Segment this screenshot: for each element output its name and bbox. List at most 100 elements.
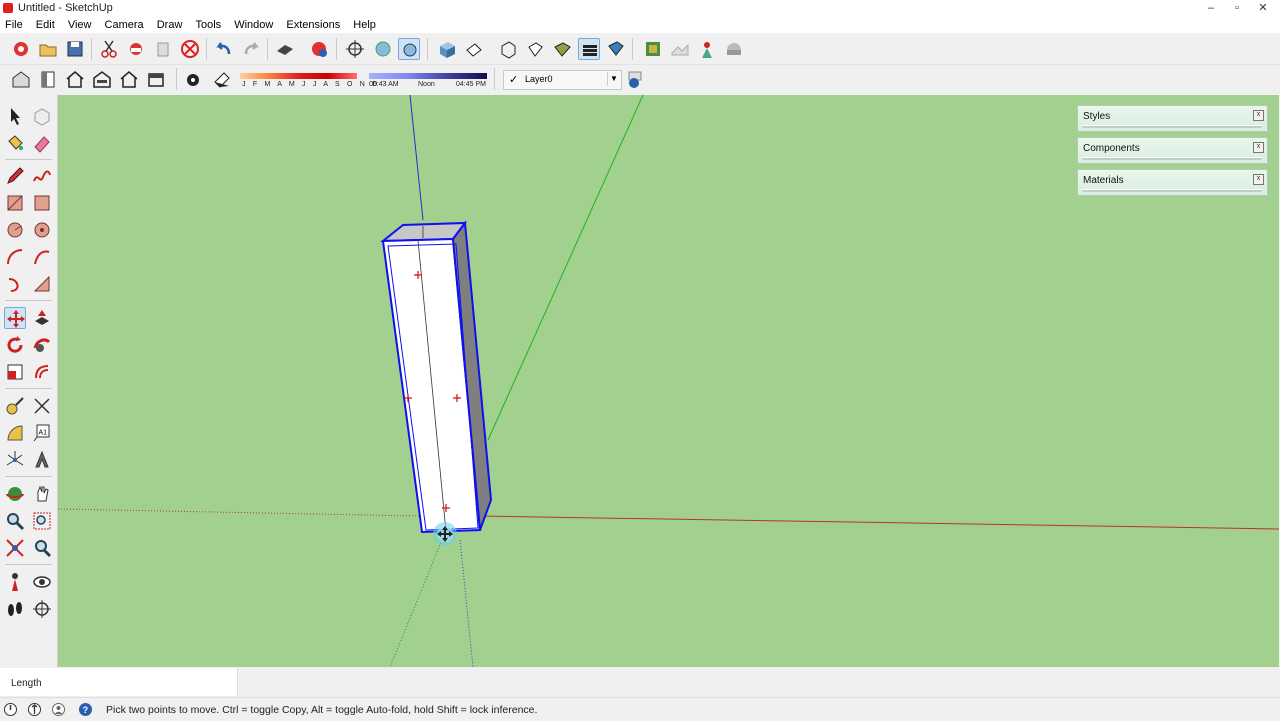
xray-icon[interactable] (497, 38, 519, 60)
chevron-down-icon[interactable]: ▼ (607, 72, 620, 86)
instructor-help-icon[interactable]: ? (78, 702, 93, 717)
redo-icon[interactable] (240, 38, 262, 60)
rotated-rectangle-icon[interactable] (31, 192, 53, 214)
time-slider[interactable] (369, 73, 487, 79)
copy-icon[interactable] (125, 38, 147, 60)
getting-started-icon[interactable] (10, 38, 32, 60)
close-button[interactable]: ✕ (1250, 0, 1276, 16)
tray-styles-close-icon[interactable]: x (1253, 110, 1264, 121)
polygon-icon[interactable] (31, 219, 53, 241)
dimension-icon[interactable] (31, 395, 53, 417)
axes-icon[interactable] (4, 449, 26, 471)
left-house-icon[interactable] (118, 68, 140, 90)
pie-icon[interactable] (31, 273, 53, 295)
orbit-icon[interactable] (344, 38, 366, 60)
menu-window[interactable]: Window (229, 17, 278, 33)
iso-view-icon[interactable] (436, 38, 458, 60)
protractor-icon[interactable] (4, 422, 26, 444)
geolocation-status-icon[interactable] (3, 702, 18, 717)
3d-text-icon[interactable] (31, 449, 53, 471)
undo-icon[interactable] (213, 38, 235, 60)
sign-in-user-icon[interactable] (51, 702, 66, 717)
menu-camera[interactable]: Camera (100, 17, 149, 33)
layer-manager-icon[interactable] (624, 68, 646, 90)
menu-help[interactable]: Help (348, 17, 381, 33)
freehand-icon[interactable] (31, 165, 53, 187)
drawing-area[interactable]: Styles x Components x Materials x (58, 95, 1279, 667)
wireframe-icon[interactable] (524, 38, 546, 60)
shaded-icon[interactable] (578, 38, 600, 60)
circle-icon[interactable] (4, 219, 26, 241)
back-house-icon[interactable] (91, 68, 113, 90)
tray-components-close-icon[interactable]: x (1253, 142, 1264, 153)
scale-icon[interactable] (4, 361, 26, 383)
bottom-house-icon[interactable] (145, 68, 167, 90)
top-view-icon[interactable] (463, 38, 485, 60)
follow-me-icon[interactable] (31, 334, 53, 356)
maximize-button[interactable]: ▫ (1224, 0, 1250, 16)
position-camera-icon[interactable] (4, 571, 26, 593)
measurements-box[interactable]: Length (0, 668, 238, 696)
zoom-window-icon[interactable] (31, 510, 53, 532)
zoom-extents-icon[interactable] (4, 537, 26, 559)
previous-view-icon[interactable] (31, 537, 53, 559)
shaded-texture-icon[interactable] (605, 38, 627, 60)
shadow-settings-icon[interactable] (182, 68, 204, 90)
tray-materials-close-icon[interactable]: x (1253, 174, 1264, 185)
geo-location-icon[interactable] (642, 38, 664, 60)
paint-bucket-icon[interactable] (4, 132, 26, 154)
layer-dropdown[interactable]: ✓ Layer0 ▼ (503, 70, 622, 90)
tray-styles[interactable]: Styles x (1077, 105, 1268, 132)
line-pencil-icon[interactable] (4, 165, 26, 187)
photo-textures-icon[interactable] (696, 38, 718, 60)
hidden-line-icon[interactable] (551, 38, 573, 60)
iso-house-icon[interactable] (10, 68, 32, 90)
tray-materials[interactable]: Materials x (1077, 169, 1268, 196)
three-point-arc-icon[interactable] (4, 273, 26, 295)
text-label-icon[interactable]: A1 (31, 422, 53, 444)
right-view-icon[interactable] (37, 68, 59, 90)
select-arrow-icon[interactable] (4, 105, 26, 127)
toggle-terrain-icon[interactable] (669, 38, 691, 60)
save-icon[interactable] (64, 38, 86, 60)
status-bar: ? Pick two points to move. Ctrl = toggle… (0, 697, 1280, 721)
move-tool-icon[interactable] (4, 307, 26, 329)
select-view-icon[interactable] (398, 38, 420, 60)
make-component-icon[interactable] (31, 105, 53, 127)
selected-box-object[interactable] (380, 220, 493, 534)
menu-draw[interactable]: Draw (152, 17, 188, 33)
cut-icon[interactable] (98, 38, 120, 60)
menu-extensions[interactable]: Extensions (281, 17, 345, 33)
offset-icon[interactable] (31, 361, 53, 383)
month-slider[interactable] (240, 73, 357, 79)
pan-icon[interactable] (372, 38, 394, 60)
section-plane-icon[interactable] (31, 598, 53, 620)
push-pull-icon[interactable] (31, 307, 53, 329)
menu-file[interactable]: File (0, 17, 28, 33)
erase-icon[interactable] (179, 38, 201, 60)
paste-icon[interactable] (152, 38, 174, 60)
walk-footprints-icon[interactable] (4, 598, 26, 620)
model-info-icon[interactable] (308, 38, 330, 60)
rectangle-icon[interactable] (4, 192, 26, 214)
print-icon[interactable] (274, 38, 296, 60)
eraser-icon[interactable] (31, 132, 53, 154)
tape-measure-icon[interactable] (4, 395, 26, 417)
display-shadows-icon[interactable] (211, 68, 233, 90)
tray-components[interactable]: Components x (1077, 137, 1268, 164)
two-point-arc-icon[interactable] (31, 246, 53, 268)
3d-warehouse-icon[interactable] (723, 38, 745, 60)
menu-view[interactable]: View (63, 17, 97, 33)
zoom-icon[interactable] (4, 510, 26, 532)
credits-status-icon[interactable] (27, 702, 42, 717)
menu-edit[interactable]: Edit (31, 17, 60, 33)
pan-hand-icon[interactable] (31, 483, 53, 505)
look-around-icon[interactable] (31, 571, 53, 593)
arc-icon[interactable] (4, 246, 26, 268)
rotate-icon[interactable] (4, 334, 26, 356)
open-folder-icon[interactable] (37, 38, 59, 60)
front-house-icon[interactable] (64, 68, 86, 90)
menu-tools[interactable]: Tools (190, 17, 226, 33)
minimize-button[interactable]: – (1198, 0, 1224, 16)
orbit-tool-icon[interactable] (4, 483, 26, 505)
